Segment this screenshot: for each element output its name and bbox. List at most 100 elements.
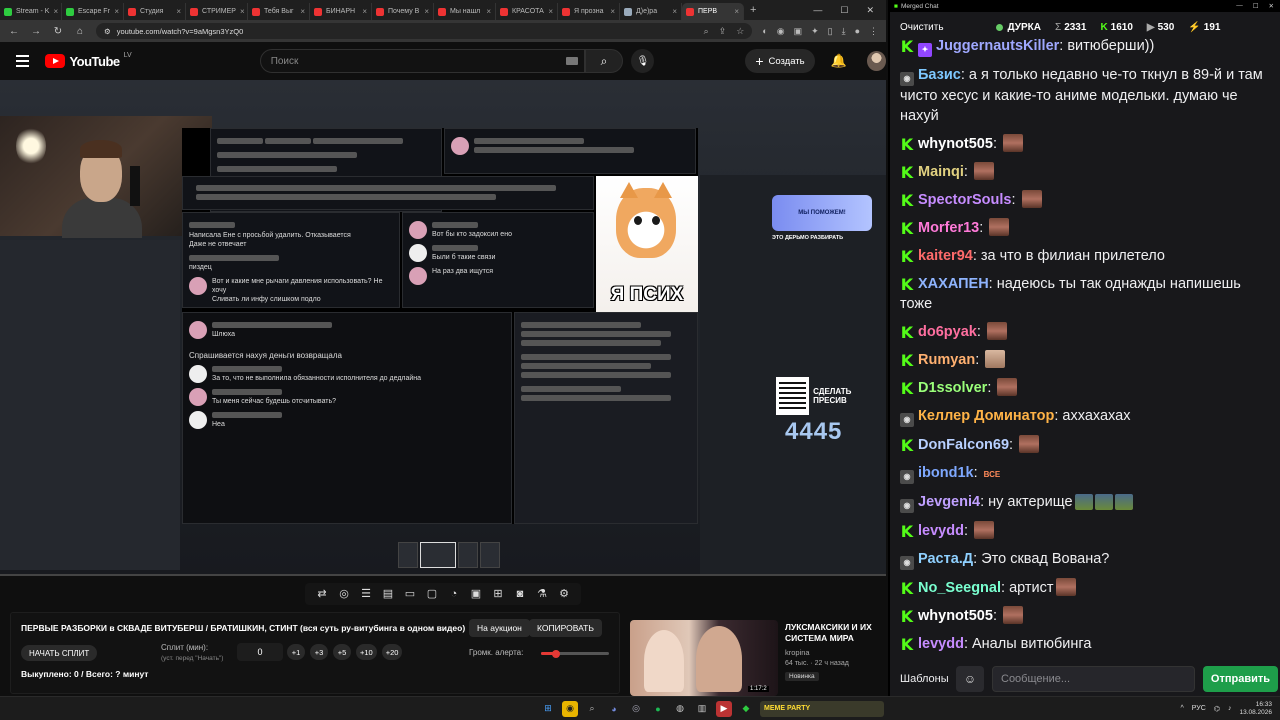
browser-tab[interactable]: ПЕРВ ×	[682, 3, 744, 20]
browser-tab[interactable]: БИНАРН ×	[310, 3, 372, 20]
discord-icon[interactable]: ◕	[606, 701, 622, 717]
browser-tab[interactable]: Мы нашл ×	[434, 3, 496, 20]
alert-volume-slider[interactable]	[541, 649, 609, 658]
chat-username[interactable]: Mainqi	[918, 164, 964, 180]
obs-icon[interactable]: ◍	[672, 701, 688, 717]
notifications-bell-icon[interactable]: 🔔	[831, 53, 847, 69]
browser-tab[interactable]: Escape Fr ×	[62, 3, 124, 20]
menu-dots-icon[interactable]: ⋮	[869, 26, 878, 37]
clapper-icon[interactable]: ▤	[381, 587, 395, 601]
extension-icon[interactable]: ▣	[794, 26, 803, 37]
volume-icon[interactable]: ♪	[1228, 705, 1232, 712]
increment-button[interactable]: +1	[287, 644, 305, 660]
thumbnail[interactable]	[398, 542, 418, 568]
chat-username[interactable]: Раста.Д	[918, 551, 973, 567]
close-icon[interactable]: ✕	[1269, 2, 1274, 10]
increment-button[interactable]: +5	[333, 644, 351, 660]
thumbnail[interactable]	[480, 542, 500, 568]
app-icon[interactable]: ◆	[738, 701, 754, 717]
app-icon[interactable]: ▥	[694, 701, 710, 717]
menu-icon[interactable]	[16, 55, 30, 67]
volume-knob[interactable]	[551, 649, 560, 658]
thumbnail[interactable]	[458, 542, 478, 568]
tab-close-icon[interactable]: ×	[362, 7, 367, 16]
sidebar-icon[interactable]: ▯	[828, 26, 833, 37]
maximize-icon[interactable]: ☐	[1253, 2, 1259, 10]
templates-button[interactable]: Шаблоны	[900, 673, 949, 685]
profile-icon[interactable]: ●	[855, 26, 860, 37]
tab-close-icon[interactable]: ×	[610, 7, 615, 16]
tab-close-icon[interactable]: ×	[240, 7, 245, 16]
chat-username[interactable]: ХАХАПЕН	[918, 276, 989, 292]
tab-close-icon[interactable]: ×	[114, 7, 119, 16]
chat-username[interactable]: JuggernautsKiller	[936, 38, 1059, 54]
clock[interactable]: 16:33 13.08.2026	[1239, 701, 1272, 717]
tab-close-icon[interactable]: ×	[672, 7, 677, 16]
send-button[interactable]: Отправить	[1202, 666, 1278, 692]
home-icon[interactable]: ⌂	[74, 26, 86, 37]
forward-icon[interactable]: →	[30, 26, 42, 37]
chat-username[interactable]: D1ssolver	[918, 380, 987, 396]
split-minutes-input[interactable]: 0	[237, 643, 283, 661]
app-icon[interactable]: ▶	[716, 700, 732, 717]
browser-tab[interactable]: Stream - K ×	[0, 3, 62, 20]
clear-button[interactable]: Очистить	[900, 22, 944, 33]
playlist-add-icon[interactable]: ☰	[359, 587, 373, 601]
increment-button[interactable]: +10	[356, 644, 377, 660]
spotify-icon[interactable]: ●	[650, 701, 666, 717]
search-button[interactable]: ⌕	[584, 49, 624, 73]
maximize-icon[interactable]: ☐	[840, 5, 848, 16]
bookmark-star-icon[interactable]: ☆	[736, 26, 744, 37]
video-thumbnail[interactable]	[630, 620, 778, 696]
tab-close-icon[interactable]: ×	[300, 7, 305, 16]
browser-tab[interactable]: Почему В ×	[372, 3, 434, 20]
lab-icon[interactable]: ⚗	[535, 587, 549, 601]
auction-button[interactable]: На аукцион	[469, 619, 530, 637]
channel-name[interactable]: kropina	[785, 648, 810, 657]
account-avatar[interactable]	[866, 51, 886, 71]
extension-icon[interactable]: ◉	[777, 26, 785, 37]
chrome-icon[interactable]: ◉	[562, 700, 578, 717]
share-icon[interactable]: ⇪	[719, 26, 727, 37]
tab-close-icon[interactable]: ×	[424, 7, 429, 16]
camera-icon[interactable]: ◙	[513, 587, 527, 601]
increment-button[interactable]: +20	[381, 644, 403, 660]
recommended-video[interactable]: 1:17:2 ЛУКСМАКСИКИ И ИХ СИСТЕМА МИРА kro…	[630, 620, 880, 696]
chat-username[interactable]: Rumyan	[918, 352, 975, 368]
steam-icon[interactable]: ◎	[628, 701, 644, 717]
extension-icon[interactable]: ◐	[762, 26, 767, 37]
back-icon[interactable]: ←	[8, 26, 20, 37]
chat-username[interactable]: do6pyak	[918, 324, 977, 340]
minimize-icon[interactable]: —	[1236, 2, 1243, 10]
browser-tab[interactable]: Студия ×	[124, 3, 186, 20]
site-info-icon[interactable]: ⚙	[104, 27, 111, 36]
settings-gear-icon[interactable]: ⚙	[557, 587, 571, 601]
chat-username[interactable]: DonFalcon69	[918, 437, 1009, 453]
increment-button[interactable]: +3	[310, 644, 328, 660]
message-input[interactable]: Сообщение...	[992, 666, 1195, 692]
chat-username[interactable]: SpectorSouls	[918, 192, 1011, 208]
keyboard-icon[interactable]	[565, 57, 578, 65]
browser-tab[interactable]: Д)е)ра ×	[620, 3, 682, 20]
url-field[interactable]: ⚙ youtube.com/watch?v=9aMgsn3YzQ0 ⌕ ⇪ ☆	[96, 23, 753, 39]
search-page-icon[interactable]: ⌕	[704, 26, 709, 37]
search-icon[interactable]: ⌕	[584, 701, 600, 717]
layout-icon[interactable]: ▢	[425, 587, 439, 601]
emoji-button[interactable]: ☺	[956, 666, 984, 692]
browser-tab[interactable]: Я прозна ×	[558, 3, 620, 20]
loop-icon[interactable]: ⇄	[315, 587, 329, 601]
chat-username[interactable]: levydd	[918, 523, 964, 539]
thumbnail-selected[interactable]	[420, 542, 456, 568]
add-screen-icon[interactable]: ⊞	[491, 587, 505, 601]
chat-username[interactable]: whynot505	[918, 608, 993, 624]
start-split-button[interactable]: НАЧАТЬ СПЛИТ	[21, 645, 98, 661]
crop-icon[interactable]: ▭	[403, 587, 417, 601]
chat-username[interactable]: No_Seegnal	[918, 580, 1001, 596]
voice-search-button[interactable]: 🎙	[631, 49, 655, 73]
chat-username[interactable]: whynot505	[918, 136, 993, 152]
tab-close-icon[interactable]: ×	[176, 7, 181, 16]
screen-icon[interactable]: ▣	[469, 587, 483, 601]
stream-task[interactable]: MEME PARTY	[760, 700, 884, 717]
chat-username[interactable]: ibond1k	[918, 465, 974, 481]
browser-tab[interactable]: Тебя Выг ×	[248, 3, 310, 20]
